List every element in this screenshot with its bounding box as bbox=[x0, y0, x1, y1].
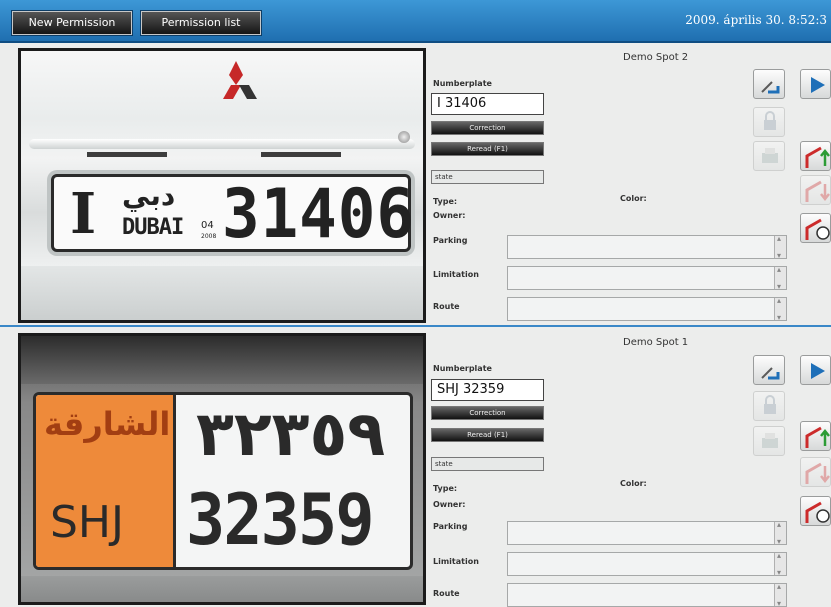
barrier-hand-icon[interactable] bbox=[800, 213, 831, 243]
plate-number: 31406 bbox=[222, 175, 415, 254]
car-shadow bbox=[21, 336, 423, 384]
trunk-trim bbox=[29, 139, 415, 149]
bumper bbox=[21, 266, 423, 320]
limitation-label: Limitation bbox=[433, 270, 479, 279]
state-field: state bbox=[431, 457, 544, 471]
route-select[interactable] bbox=[507, 582, 787, 607]
datetime-display: 2009. április 30. 8:52:3 bbox=[685, 13, 827, 27]
scrollbar[interactable] bbox=[774, 520, 786, 546]
spot-panel-2: الشارقة SHJ ٣٢٣٥٩ 32359 Demo Spot 1 Numb… bbox=[0, 329, 831, 607]
parking-select[interactable] bbox=[507, 520, 787, 546]
scrollbar[interactable] bbox=[774, 265, 786, 291]
camera-photo: الشارقة SHJ ٣٢٣٥٩ 32359 bbox=[18, 333, 426, 605]
plate-number: 32359 bbox=[186, 479, 375, 561]
trunk-lock bbox=[398, 131, 410, 143]
barrier-down-icon[interactable] bbox=[800, 457, 831, 487]
lock-icon[interactable] bbox=[753, 391, 785, 421]
type-label: Type: bbox=[433, 197, 458, 206]
spot-title: Demo Spot 1 bbox=[623, 337, 689, 348]
numberplate-field[interactable]: SHJ 32359 bbox=[431, 379, 544, 401]
print-icon[interactable] bbox=[753, 426, 785, 456]
owner-label: Owner: bbox=[433, 211, 466, 220]
barrier-up-icon[interactable] bbox=[800, 421, 831, 451]
parking-label: Parking bbox=[433, 236, 468, 245]
route-label: Route bbox=[433, 589, 460, 598]
limitation-select[interactable] bbox=[507, 551, 787, 577]
spot-title: Demo Spot 2 bbox=[623, 52, 689, 63]
route-select[interactable] bbox=[507, 296, 787, 322]
play-icon[interactable] bbox=[800, 69, 831, 99]
scrollbar[interactable] bbox=[774, 234, 786, 260]
plate-arabic: دبي bbox=[122, 179, 176, 212]
numberplate-label: Numberplate bbox=[433, 79, 492, 88]
numberplate-field[interactable]: I 31406 bbox=[431, 93, 544, 115]
correction-button[interactable]: Correction bbox=[431, 406, 544, 420]
camera-arrow-icon[interactable] bbox=[753, 69, 785, 99]
bumper bbox=[21, 576, 423, 602]
car-rear-image: الشارقة SHJ ٣٢٣٥٩ 32359 bbox=[21, 336, 423, 602]
parking-select[interactable] bbox=[507, 234, 787, 260]
plate-arabic-city: الشارقة bbox=[44, 405, 171, 443]
barrier-up-icon[interactable] bbox=[800, 141, 831, 171]
limitation-select[interactable] bbox=[507, 265, 787, 291]
plate-latin-city: SHJ bbox=[50, 497, 124, 548]
print-icon[interactable] bbox=[753, 141, 785, 171]
play-icon[interactable] bbox=[800, 355, 831, 385]
trim-slot bbox=[87, 152, 167, 157]
reread-button[interactable]: Reread (F1) bbox=[431, 142, 544, 156]
scrollbar[interactable] bbox=[774, 582, 786, 607]
barrier-hand-icon[interactable] bbox=[800, 496, 831, 526]
route-label: Route bbox=[433, 302, 460, 311]
type-label: Type: bbox=[433, 484, 458, 493]
numberplate-label: Numberplate bbox=[433, 364, 492, 373]
plate-letter: I bbox=[70, 181, 97, 247]
plate-arabic-number: ٣٢٣٥٩ bbox=[196, 397, 386, 470]
plate-year: 04 2008 bbox=[201, 220, 217, 241]
camera-photo: I دبي DUBAI 04 2008 31406 bbox=[18, 48, 426, 323]
state-field: state bbox=[431, 170, 544, 184]
license-plate: I دبي DUBAI 04 2008 31406 bbox=[51, 174, 414, 254]
spot-panel-1: I دبي DUBAI 04 2008 31406 Demo Spot 2 Num… bbox=[0, 45, 831, 327]
camera-arrow-icon[interactable] bbox=[753, 355, 785, 385]
trim-slot bbox=[261, 152, 341, 157]
license-plate: الشارقة SHJ ٣٢٣٥٩ 32359 bbox=[33, 392, 413, 570]
car-rear-image: I دبي DUBAI 04 2008 31406 bbox=[21, 51, 423, 320]
parking-label: Parking bbox=[433, 522, 468, 531]
plate-city: DUBAI bbox=[122, 215, 184, 240]
reread-button[interactable]: Reread (F1) bbox=[431, 428, 544, 442]
correction-button[interactable]: Correction bbox=[431, 121, 544, 135]
top-toolbar: New Permission Permission list 2009. ápr… bbox=[0, 0, 831, 43]
permission-list-button[interactable]: Permission list bbox=[141, 11, 261, 35]
lock-icon[interactable] bbox=[753, 107, 785, 137]
plate-orange-panel: الشارقة SHJ bbox=[36, 395, 176, 567]
color-label: Color: bbox=[620, 194, 647, 203]
scrollbar[interactable] bbox=[774, 296, 786, 322]
color-label: Color: bbox=[620, 479, 647, 488]
barrier-down-icon[interactable] bbox=[800, 175, 831, 205]
limitation-label: Limitation bbox=[433, 557, 479, 566]
car-emblem-icon bbox=[223, 61, 257, 99]
scrollbar[interactable] bbox=[774, 551, 786, 577]
owner-label: Owner: bbox=[433, 500, 466, 509]
new-permission-button[interactable]: New Permission bbox=[12, 11, 132, 35]
